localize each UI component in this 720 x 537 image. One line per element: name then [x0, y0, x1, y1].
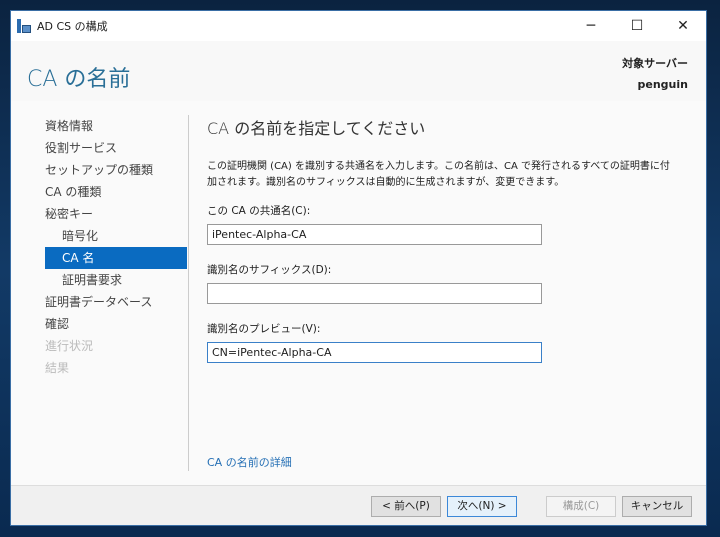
- configure-button[interactable]: 構成(C): [546, 496, 616, 517]
- nav-item[interactable]: 暗号化: [45, 225, 187, 247]
- nav-item[interactable]: 証明書要求: [45, 269, 187, 291]
- nav-item: 結果: [45, 361, 70, 375]
- nav-item[interactable]: 証明書データベース: [45, 291, 187, 313]
- common-name-input[interactable]: iPentec-Alpha-CA: [207, 224, 542, 245]
- close-button[interactable]: ✕: [660, 11, 706, 41]
- suffix-input[interactable]: [207, 283, 542, 304]
- common-name-label: この CA の共通名(C):: [207, 205, 311, 217]
- page-header: CA の名前 対象サーバー penguin: [11, 41, 706, 101]
- next-button[interactable]: 次へ(N) >: [447, 496, 517, 517]
- target-server-name: penguin: [637, 78, 688, 91]
- ad-cs-config-window: AD CS の構成 ─ ☐ ✕ CA の名前 対象サーバー penguin 資格…: [10, 10, 707, 526]
- footer: < 前へ(P) 次へ(N) > 構成(C) キャンセル: [11, 485, 706, 525]
- preview-label: 識別名のプレビュー(V):: [207, 323, 321, 335]
- nav-item[interactable]: 資格情報: [45, 115, 187, 137]
- wizard-nav: 資格情報 役割サービス セットアップの種類 CA の種類 秘密キー 暗号化 CA 名証明書要…: [45, 115, 187, 379]
- window-title: AD CS の構成: [37, 20, 108, 33]
- nav-item[interactable]: CA の種類: [45, 181, 187, 203]
- nav-item[interactable]: 確認: [45, 313, 187, 335]
- main-content: CA の名前を指定してください この証明機関 (CA) を識別する共通名を入力し…: [207, 115, 677, 380]
- nav-item: 進行状況: [45, 339, 94, 353]
- suffix-label: 識別名のサフィックス(D):: [207, 264, 332, 276]
- title-bar: AD CS の構成 ─ ☐ ✕: [11, 11, 706, 41]
- cancel-button[interactable]: キャンセル: [622, 496, 692, 517]
- prev-button[interactable]: < 前へ(P): [371, 496, 441, 517]
- description: この証明機関 (CA) を識別する共通名を入力します。この名前は、CA で発行さ…: [207, 161, 670, 188]
- section-heading: CA の名前を指定してください: [207, 119, 426, 138]
- nav-item[interactable]: CA 名: [45, 247, 187, 269]
- minimize-button[interactable]: ─: [568, 11, 614, 41]
- page-title: CA の名前: [27, 67, 131, 92]
- divider: [188, 115, 189, 471]
- server-manager-icon: [17, 19, 31, 33]
- nav-item[interactable]: 役割サービス: [45, 137, 187, 159]
- preview-input[interactable]: CN=iPentec-Alpha-CA: [207, 342, 542, 363]
- maximize-button[interactable]: ☐: [614, 11, 660, 41]
- ca-name-details-link[interactable]: CA の名前の詳細: [207, 454, 292, 470]
- nav-item[interactable]: 秘密キー: [45, 203, 187, 225]
- nav-item[interactable]: セットアップの種類: [45, 159, 187, 181]
- target-server-label: 対象サーバー: [622, 57, 688, 70]
